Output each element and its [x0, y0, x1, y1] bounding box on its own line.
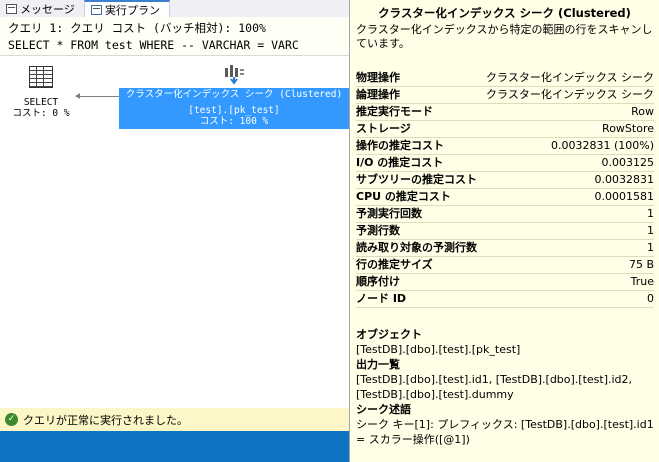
property-row: 行の推定サイズ 75 B	[356, 257, 654, 274]
property-row: 操作の推定コスト 0.0032831 (100%)	[356, 138, 654, 155]
property-value: クラスター化インデックス シーク	[486, 71, 654, 84]
success-check-icon: ✓	[5, 413, 18, 426]
property-value: 0.003125	[601, 156, 655, 169]
status-message: クエリが正常に実行されました。	[23, 413, 188, 427]
tooltip-properties: 物理操作 クラスター化インデックス シーク 論理操作 クラスター化インデックス シー…	[356, 70, 654, 308]
property-value: 0.0001581	[594, 190, 655, 203]
property-value: 75 B	[628, 258, 654, 271]
property-key: CPU の推定コスト	[356, 190, 451, 203]
object-value: [TestDB].[dbo].[test].[pk_test]	[356, 343, 521, 356]
property-value: 1	[647, 224, 654, 237]
property-value: True	[630, 275, 654, 288]
tooltip-title: クラスター化インデックス シーク (Clustered)	[378, 6, 631, 20]
select-table-icon	[29, 66, 53, 88]
tab-messages-label: メッセージ	[20, 2, 75, 16]
output-heading: 出力一覧	[356, 358, 400, 371]
tooltip-description: クラスター化インデックスから特定の範囲の行をスキャンしています。	[356, 23, 653, 50]
plan-node-clustered-index-seek[interactable]: クラスター化インデックス シーク (Clustered) [test].[pk_…	[119, 88, 349, 129]
property-key: 予測実行回数	[356, 207, 422, 220]
seek-predicate-heading: シーク述語	[356, 403, 411, 416]
output-value: [TestDB].[dbo].[test].id1, [TestDB].[dbo…	[356, 373, 633, 401]
property-key: 読み取り対象の予測行数	[356, 241, 477, 254]
property-row: サブツリーの推定コスト 0.0032831	[356, 172, 654, 189]
property-value: RowStore	[602, 122, 654, 135]
message-icon	[6, 3, 17, 14]
query-cost-line: クエリ 1: クエリ コスト (バッチ相対): 100%	[8, 21, 266, 35]
seek-predicate-value: シーク キー[1]: プレフィックス: [TestDB].[dbo].[test…	[356, 418, 654, 446]
property-key: 順序付け	[356, 275, 400, 288]
property-value: 1	[647, 207, 654, 220]
object-heading: オブジェクト	[356, 328, 422, 341]
property-row: 予測行数 1	[356, 223, 654, 240]
property-row: 順序付け True	[356, 274, 654, 291]
property-key: I/O の推定コスト	[356, 156, 444, 169]
property-row: 論理操作 クラスター化インデックス シーク	[356, 87, 654, 104]
query-text-line: SELECT * FROM test WHERE -- VARCHAR = VA…	[8, 38, 299, 52]
seek-node-name: クラスター化インデックス シーク (Clustered)	[125, 89, 343, 100]
property-key: サブツリーの推定コスト	[356, 173, 477, 186]
clustered-index-seek-icon[interactable]	[223, 63, 247, 85]
property-row: CPU の推定コスト 0.0001581	[356, 189, 654, 206]
property-key: 操作の推定コスト	[356, 139, 444, 152]
property-key: 推定実行モード	[356, 105, 433, 118]
select-node-name: SELECT	[23, 97, 59, 108]
tooltip-details: オブジェクト [TestDB].[dbo].[test].[pk_test] 出…	[356, 327, 654, 447]
property-row: 予測実行回数 1	[356, 206, 654, 223]
operator-tooltip: クラスター化インデックス シーク (Clustered) クラスター化インデック…	[349, 0, 659, 462]
property-row: 物理操作 クラスター化インデックス シーク	[356, 70, 654, 87]
property-row: 読み取り対象の予測行数 1	[356, 240, 654, 257]
seek-node-object: [test].[pk_test]	[188, 105, 280, 116]
property-key: 予測行数	[356, 224, 400, 237]
select-node-cost: コスト: 0 %	[12, 108, 70, 119]
execution-plan-icon	[91, 4, 102, 15]
tab-messages[interactable]: メッセージ	[0, 0, 82, 17]
property-key: ストレージ	[356, 122, 411, 135]
tab-execution-plan[interactable]: 実行プラン	[84, 0, 170, 17]
plan-flow-arrow	[75, 93, 120, 99]
property-row: I/O の推定コスト 0.003125	[356, 155, 654, 172]
property-key: 行の推定サイズ	[356, 258, 433, 271]
property-key: ノード ID	[356, 292, 407, 305]
property-key: 論理操作	[356, 88, 400, 101]
property-row: 推定実行モード Row	[356, 104, 654, 121]
property-value: クラスター化インデックス シーク	[486, 88, 654, 101]
property-value: 0.0032831 (100%)	[550, 139, 654, 152]
property-value: 0	[647, 292, 654, 305]
property-row: ノード ID 0	[356, 291, 654, 308]
property-value: 1	[647, 241, 654, 254]
seek-node-cost: コスト: 100 %	[199, 116, 269, 127]
property-key: 物理操作	[356, 71, 400, 84]
property-value: Row	[631, 105, 654, 118]
property-value: 0.0032831	[594, 173, 655, 186]
property-row: ストレージ RowStore	[356, 121, 654, 138]
plan-node-select[interactable]: SELECT コスト: 0 %	[12, 66, 70, 119]
tab-execution-plan-label: 実行プラン	[105, 3, 160, 17]
